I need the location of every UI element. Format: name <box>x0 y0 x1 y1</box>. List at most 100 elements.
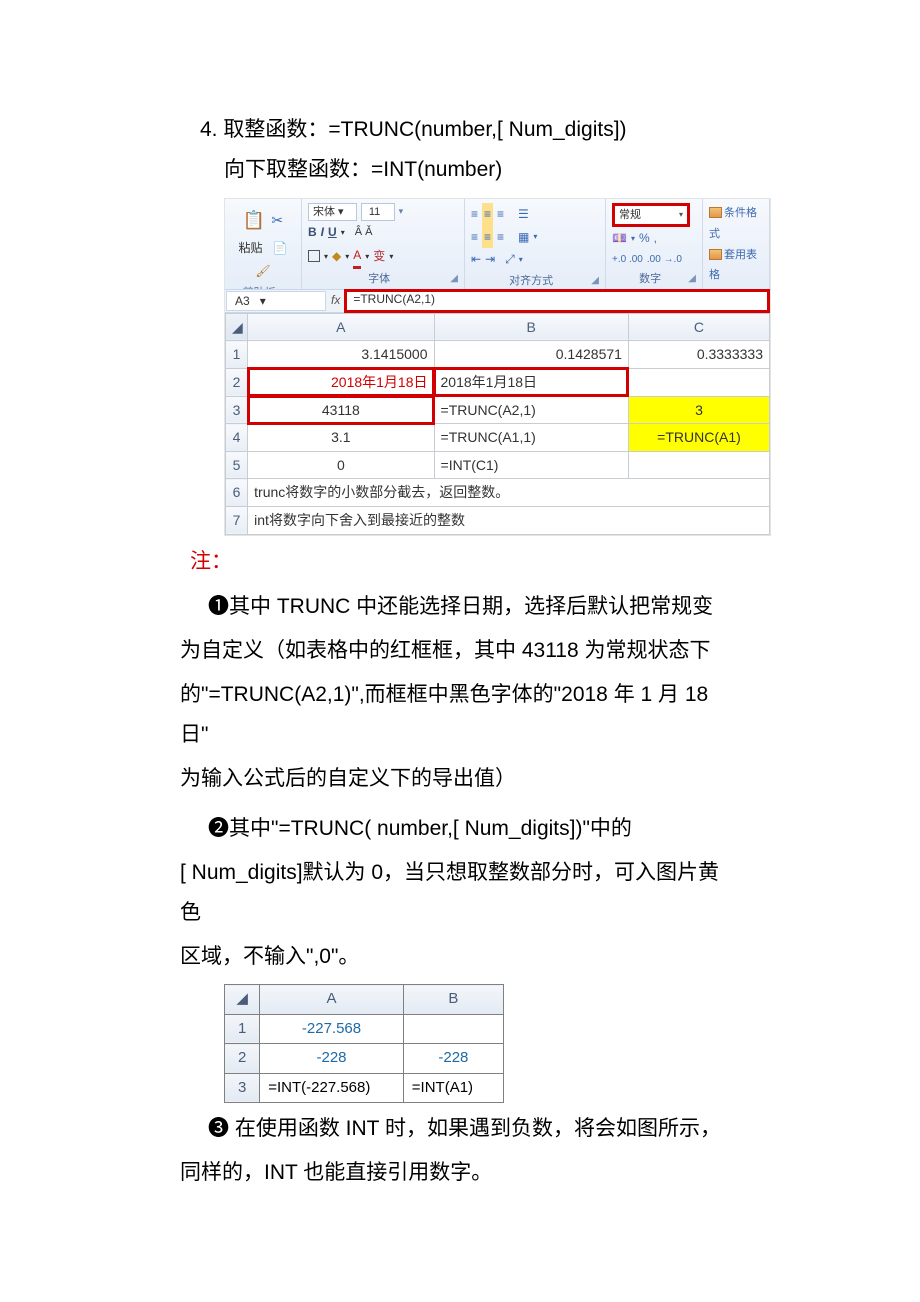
formula-input[interactable]: =TRUNC(A2,1) <box>344 289 770 313</box>
cell-a3[interactable]: 43118 <box>248 396 434 424</box>
cut-icon[interactable]: ✂ <box>271 207 283 234</box>
list-number: 4. <box>200 118 218 141</box>
para3-line1: ❸ 在使用函数 INT 时，如果遇到负数，将会如图所示， <box>208 1117 721 1140</box>
align-center-icon[interactable]: ≡ <box>482 226 493 249</box>
comma-icon[interactable]: , <box>654 227 657 250</box>
excel-screenshot-2: ◢ A B 1 -227.568 2 -228 -228 3 =INT(-227… <box>224 984 504 1103</box>
spreadsheet-grid: ◢ A B C 1 3.1415000 0.1428571 0.3333333 … <box>225 313 770 535</box>
row-header-7[interactable]: 7 <box>226 506 248 534</box>
increase-decimal-icon[interactable]: +.0 .00 <box>612 250 643 269</box>
cell-a1[interactable]: 3.1415000 <box>248 341 434 369</box>
paste-icon[interactable]: 📋 <box>243 203 265 237</box>
cell-a2[interactable]: 2018年1月18日 <box>248 368 434 396</box>
cell-a7[interactable]: int将数字向下舍入到最接近的整数 <box>248 506 770 534</box>
borders-icon[interactable] <box>308 250 320 262</box>
cell-b3[interactable]: =TRUNC(A2,1) <box>434 396 628 424</box>
ribbon-group-styles: 条件格式 套用表格 单元格样 样式 <box>703 199 770 289</box>
ribbon-group-clipboard: 📋 ✂ 粘贴 📄 🖌 剪贴板 ◢ <box>225 199 302 289</box>
font-size-select[interactable]: 11 <box>361 203 395 221</box>
cell2-a2[interactable]: -228 <box>260 1044 404 1074</box>
cell-b5[interactable]: =INT(C1) <box>434 451 628 479</box>
italic-button[interactable]: I <box>321 221 324 244</box>
row-header-1[interactable]: 1 <box>226 341 248 369</box>
list-text-int: 向下取整函数：=INT(number) <box>180 150 740 190</box>
ribbon-group-align: ≡ ≡ ≡ ☰ ≡ ≡ ≡ ▦▾ ⇤ ⇥ ⤢▾ 对齐方式 ◢ <box>465 199 606 289</box>
paste-label[interactable]: 粘贴 <box>239 237 263 260</box>
ribbon-group-number: 常规▾ 💷▾ % , +.0 .00 .00 →.0 数字 ◢ <box>606 199 703 289</box>
number-group-label: 数字 <box>639 273 661 285</box>
formula-bar: A3 ▾ fx =TRUNC(A2,1) <box>225 290 770 313</box>
row-header-2[interactable]: 2 <box>226 368 248 396</box>
format-painter-icon[interactable]: 🖌 <box>255 260 270 283</box>
name-box[interactable]: A3 ▾ <box>226 291 326 311</box>
col-header-a-2[interactable]: A <box>260 985 404 1015</box>
col-header-b-2[interactable]: B <box>403 985 503 1015</box>
list-text-trunc: 取整函数：=TRUNC(number,[ Num_digits]) <box>223 118 626 141</box>
increase-indent-icon[interactable]: ⇥ <box>485 248 495 271</box>
row-header-2-2[interactable]: 2 <box>225 1044 260 1074</box>
decrease-indent-icon[interactable]: ⇤ <box>471 248 481 271</box>
align-dialog-launcher-icon[interactable]: ◢ <box>591 271 599 290</box>
font-group-label: 字体 <box>368 273 390 285</box>
col-header-b[interactable]: B <box>434 313 628 341</box>
currency-icon[interactable]: 💷 <box>612 227 627 250</box>
fill-color-icon[interactable]: ◆ <box>332 245 341 268</box>
cell-a4[interactable]: 3.1 <box>248 424 434 452</box>
ribbon-group-font: 宋体 ▾ 11 ▾ B I U▾ Â Ǎ ▾ ◆▾ A▾ 变▾ 字体 ◢ <box>302 199 465 289</box>
align-middle-icon[interactable]: ≡ <box>482 203 493 226</box>
align-left-icon[interactable]: ≡ <box>471 226 478 249</box>
note-label: 注： <box>180 542 740 582</box>
para1-line3: 的"=TRUNC(A2,1)",而框框中黑色字体的"2018 年 1 月 18 … <box>180 675 740 755</box>
orientation-icon[interactable]: ⤢ <box>505 248 515 271</box>
cell-c4[interactable]: =TRUNC(A1) <box>628 424 769 452</box>
decrease-decimal-icon[interactable]: .00 →.0 <box>647 250 682 269</box>
excel-screenshot-1: 📋 ✂ 粘贴 📄 🖌 剪贴板 ◢ 宋体 ▾ 11 ▾ <box>224 198 771 536</box>
align-bottom-icon[interactable]: ≡ <box>497 203 504 226</box>
cell-b2[interactable]: 2018年1月18日 <box>434 368 628 396</box>
cell-c2[interactable] <box>628 368 769 396</box>
cell2-a1[interactable]: -227.568 <box>260 1014 404 1044</box>
fx-icon[interactable]: fx <box>331 289 340 312</box>
number-format-select[interactable]: 常规▾ <box>612 203 690 227</box>
underline-button[interactable]: U <box>328 221 337 244</box>
col-header-c[interactable]: C <box>628 313 769 341</box>
cell2-b2[interactable]: -228 <box>403 1044 503 1074</box>
cell-c5[interactable] <box>628 451 769 479</box>
row-header-3-2[interactable]: 3 <box>225 1073 260 1103</box>
percent-icon[interactable]: % <box>639 227 650 250</box>
select-all-corner-2[interactable]: ◢ <box>225 985 260 1015</box>
copy-icon[interactable]: 📄 <box>273 237 288 260</box>
align-right-icon[interactable]: ≡ <box>497 226 504 249</box>
cell-a6[interactable]: trunc将数字的小数部分截去，返回整数。 <box>248 479 770 507</box>
clipboard-dialog-launcher-icon[interactable]: ◢ <box>287 283 295 290</box>
cell-b1[interactable]: 0.1428571 <box>434 341 628 369</box>
row-header-3[interactable]: 3 <box>226 396 248 424</box>
para2-line3: 区域，不输入",0"。 <box>180 937 740 977</box>
cell2-a3[interactable]: =INT(-227.568) <box>260 1073 404 1103</box>
align-group-label: 对齐方式 <box>509 275 553 287</box>
select-all-corner[interactable]: ◢ <box>226 313 248 341</box>
para1-line2: 为自定义（如表格中的红框框，其中 43118 为常规状态下 <box>180 631 740 671</box>
font-dialog-launcher-icon[interactable]: ◢ <box>450 269 458 288</box>
cell-c1[interactable]: 0.3333333 <box>628 341 769 369</box>
col-header-a[interactable]: A <box>248 313 434 341</box>
row-header-5[interactable]: 5 <box>226 451 248 479</box>
cell-b4[interactable]: =TRUNC(A1,1) <box>434 424 628 452</box>
row-header-4[interactable]: 4 <box>226 424 248 452</box>
font-color-icon[interactable]: A <box>353 244 361 270</box>
cell2-b1[interactable] <box>403 1014 503 1044</box>
number-dialog-launcher-icon[interactable]: ◢ <box>688 269 696 288</box>
cell-c3[interactable]: 3 <box>628 396 769 424</box>
font-name-select[interactable]: 宋体 ▾ <box>308 203 357 221</box>
merge-center-icon[interactable]: ▦ <box>518 226 529 249</box>
para2-line2: [ Num_digits]默认为 0，当只想取整数部分时，可入图片黄色 <box>180 853 740 933</box>
bold-button[interactable]: B <box>308 221 317 244</box>
align-top-icon[interactable]: ≡ <box>471 203 478 226</box>
phonetic-icon[interactable]: 变 <box>373 245 385 268</box>
row-header-1-2[interactable]: 1 <box>225 1014 260 1044</box>
wrap-text-icon[interactable]: ☰ <box>518 203 529 226</box>
cell-a5[interactable]: 0 <box>248 451 434 479</box>
cell2-b3[interactable]: =INT(A1) <box>403 1073 503 1103</box>
row-header-6[interactable]: 6 <box>226 479 248 507</box>
ribbon: 📋 ✂ 粘贴 📄 🖌 剪贴板 ◢ 宋体 ▾ 11 ▾ <box>225 199 770 290</box>
